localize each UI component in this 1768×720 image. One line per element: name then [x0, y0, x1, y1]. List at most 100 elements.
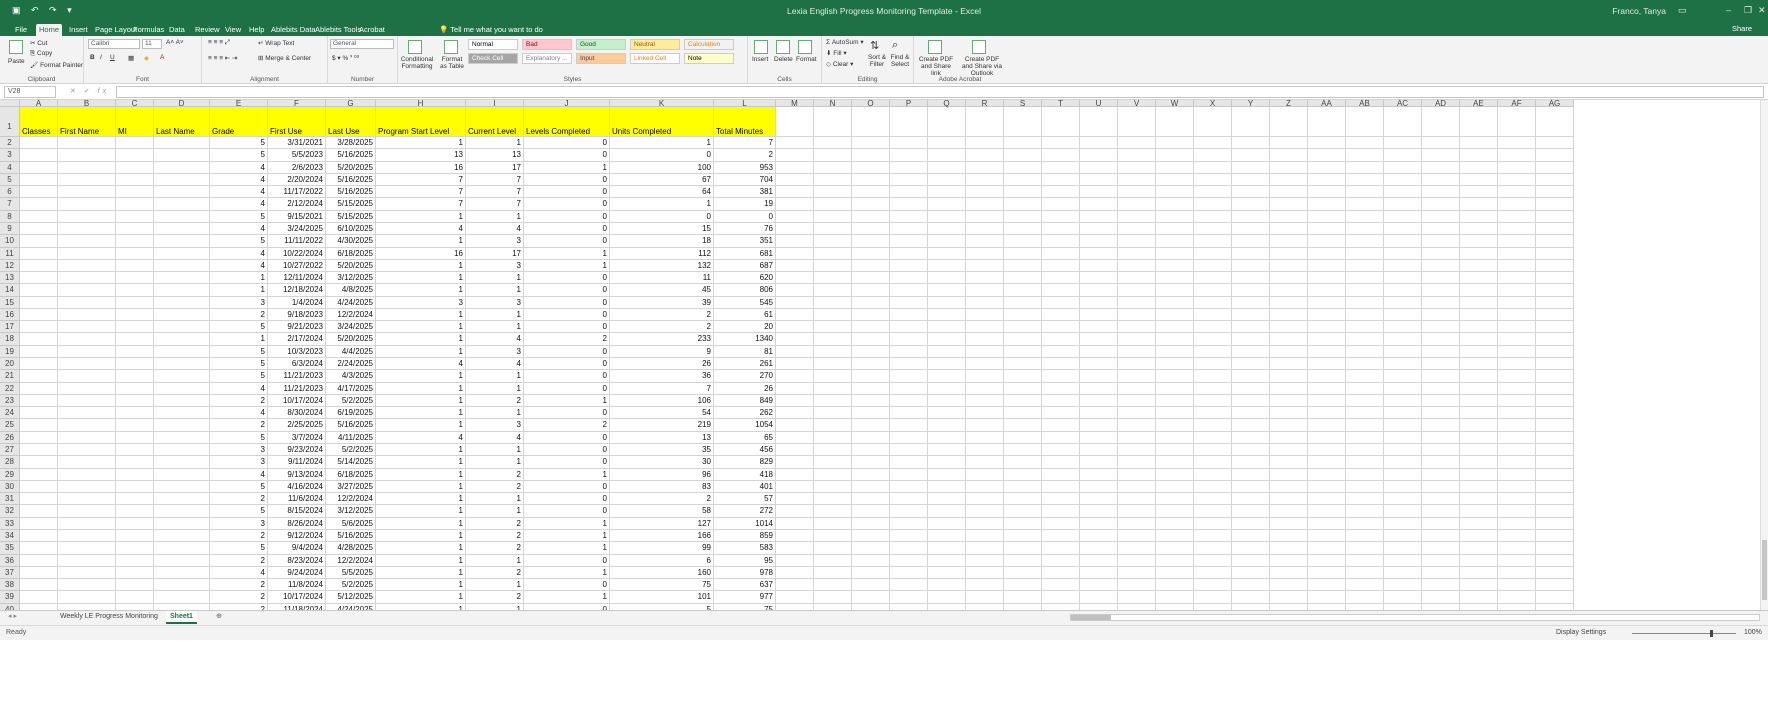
data-cell[interactable]: 2: [210, 529, 268, 543]
cell[interactable]: [1156, 394, 1194, 408]
cell[interactable]: [776, 296, 814, 309]
cell[interactable]: [116, 517, 154, 530]
format-as-table-button[interactable]: Format as Table: [438, 56, 466, 70]
cell[interactable]: [20, 591, 58, 604]
cell[interactable]: [58, 345, 116, 359]
name-box[interactable]: V28: [4, 86, 56, 98]
cell[interactable]: [1080, 198, 1118, 211]
cell[interactable]: [1460, 358, 1498, 371]
cell[interactable]: [1004, 259, 1042, 273]
column-header-ab[interactable]: AB: [1346, 100, 1384, 108]
cell[interactable]: [1536, 284, 1574, 297]
data-cell[interactable]: 5: [210, 505, 268, 518]
cell[interactable]: [1270, 358, 1308, 371]
cell[interactable]: [966, 173, 1004, 187]
cell[interactable]: [1156, 222, 1194, 236]
row-header[interactable]: 4: [0, 161, 20, 174]
cell[interactable]: [154, 149, 210, 162]
cell[interactable]: [928, 358, 966, 371]
cell[interactable]: [154, 247, 210, 260]
cell[interactable]: [1004, 456, 1042, 469]
cell[interactable]: [1156, 493, 1194, 506]
data-cell[interactable]: 127: [610, 517, 714, 530]
cell[interactable]: [1346, 480, 1384, 494]
data-cell[interactable]: 1: [610, 137, 714, 150]
cell[interactable]: [890, 444, 928, 457]
data-cell[interactable]: 5: [210, 358, 268, 371]
cell[interactable]: [1156, 382, 1194, 395]
data-cell[interactable]: 5/5/2025: [326, 566, 376, 580]
data-cell[interactable]: 1: [376, 308, 466, 322]
data-cell[interactable]: 19: [714, 198, 776, 211]
data-cell[interactable]: 0: [524, 308, 610, 322]
cell[interactable]: [1498, 198, 1536, 211]
cell[interactable]: [1156, 542, 1194, 555]
cell[interactable]: [116, 308, 154, 322]
cell[interactable]: [1270, 173, 1308, 187]
cell[interactable]: [1346, 370, 1384, 383]
cell[interactable]: [116, 333, 154, 346]
cell[interactable]: [1156, 296, 1194, 309]
data-cell[interactable]: 5/16/2025: [326, 419, 376, 432]
cell[interactable]: [1232, 235, 1270, 248]
cell[interactable]: [852, 456, 890, 469]
data-cell[interactable]: 4: [376, 358, 466, 371]
cell[interactable]: [852, 394, 890, 408]
data-cell[interactable]: 13: [376, 149, 466, 162]
column-header-l[interactable]: L: [714, 100, 776, 108]
cell[interactable]: [928, 345, 966, 359]
cell[interactable]: [1270, 161, 1308, 174]
format-icon[interactable]: [798, 40, 812, 54]
cell[interactable]: [1346, 542, 1384, 555]
cell[interactable]: [890, 542, 928, 555]
cell[interactable]: [1270, 149, 1308, 162]
cell[interactable]: [1384, 542, 1422, 555]
data-cell[interactable]: 0: [524, 272, 610, 285]
data-cell[interactable]: 8/23/2024: [268, 554, 326, 567]
cell[interactable]: [1346, 382, 1384, 395]
cell[interactable]: [1232, 468, 1270, 481]
cell[interactable]: [1384, 579, 1422, 592]
data-cell[interactable]: 39: [610, 296, 714, 309]
cell[interactable]: [1536, 493, 1574, 506]
data-cell[interactable]: 0: [524, 407, 610, 420]
cell[interactable]: [1384, 419, 1422, 432]
style-cell-normal[interactable]: Normal: [468, 39, 518, 50]
cell[interactable]: [1460, 321, 1498, 334]
cell[interactable]: [1042, 235, 1080, 248]
cell[interactable]: [1042, 107, 1080, 137]
cell[interactable]: [154, 542, 210, 555]
data-cell[interactable]: 262: [714, 407, 776, 420]
cell[interactable]: [1422, 296, 1460, 309]
cell[interactable]: [776, 419, 814, 432]
data-cell[interactable]: 637: [714, 579, 776, 592]
cell[interactable]: [890, 235, 928, 248]
cell[interactable]: [116, 529, 154, 543]
tab-data[interactable]: Data: [166, 24, 188, 36]
cell[interactable]: [890, 107, 928, 137]
data-cell[interactable]: 4/17/2025: [326, 382, 376, 395]
row-header[interactable]: 12: [0, 259, 20, 273]
font-name-combo[interactable]: Calibri: [88, 39, 140, 49]
data-cell[interactable]: 6/18/2025: [326, 247, 376, 260]
cell[interactable]: [966, 493, 1004, 506]
cell[interactable]: [1004, 308, 1042, 322]
cell[interactable]: [1536, 505, 1574, 518]
data-cell[interactable]: 5/2/2025: [326, 394, 376, 408]
cell[interactable]: [1422, 407, 1460, 420]
cell[interactable]: [1346, 407, 1384, 420]
cell[interactable]: [1270, 468, 1308, 481]
column-header-ad[interactable]: AD: [1422, 100, 1460, 108]
cell[interactable]: [966, 382, 1004, 395]
cell[interactable]: [1194, 444, 1232, 457]
cell[interactable]: [1080, 210, 1118, 223]
cell[interactable]: [1270, 284, 1308, 297]
cell[interactable]: [20, 407, 58, 420]
cell[interactable]: [20, 296, 58, 309]
cell[interactable]: [1080, 554, 1118, 567]
data-cell[interactable]: 1: [466, 407, 524, 420]
cell[interactable]: [928, 468, 966, 481]
cell[interactable]: [1536, 296, 1574, 309]
cell[interactable]: [1422, 173, 1460, 187]
cell[interactable]: [1536, 407, 1574, 420]
